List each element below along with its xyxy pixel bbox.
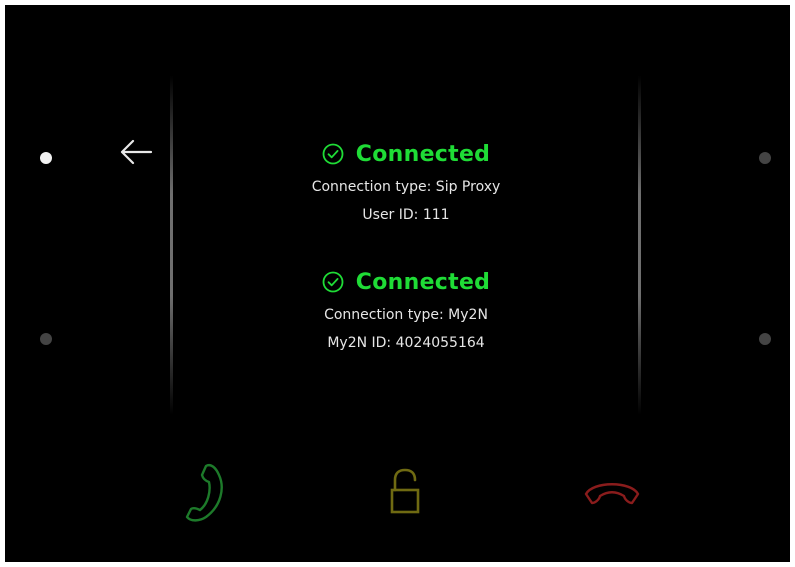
back-button[interactable] (118, 137, 154, 173)
connection-id: My2N ID: 4024055164 (327, 335, 485, 351)
connection-id: User ID: 111 (362, 207, 450, 223)
right-divider (638, 75, 641, 415)
unlock-door-button[interactable] (388, 468, 422, 520)
arrow-left-icon (120, 139, 153, 165)
phone-answer-icon (185, 463, 223, 522)
unlock-icon (390, 468, 420, 514)
check-circle-icon (322, 271, 344, 293)
answer-call-button[interactable] (178, 461, 228, 527)
connection-status-label: Connected (355, 269, 491, 295)
connection-status-label: Connected (355, 141, 491, 167)
phone-hangup-icon (584, 483, 640, 505)
connection-status-1: Connected Connection type: Sip Proxy Use… (175, 139, 637, 229)
left-divider (170, 75, 173, 415)
right-bottom-dot[interactable] (759, 333, 771, 345)
left-bottom-dot[interactable] (40, 333, 52, 345)
connection-type: Connection type: My2N (324, 307, 488, 323)
right-top-dot[interactable] (759, 152, 771, 164)
connection-type: Connection type: Sip Proxy (311, 179, 501, 195)
connection-status-2: Connected Connection type: My2N My2N ID:… (175, 267, 637, 357)
intercom-screen: Connected Connection type: Sip Proxy Use… (5, 5, 790, 562)
hang-up-button[interactable] (583, 475, 641, 511)
left-top-dot[interactable] (40, 152, 52, 164)
check-circle-icon (322, 143, 344, 165)
